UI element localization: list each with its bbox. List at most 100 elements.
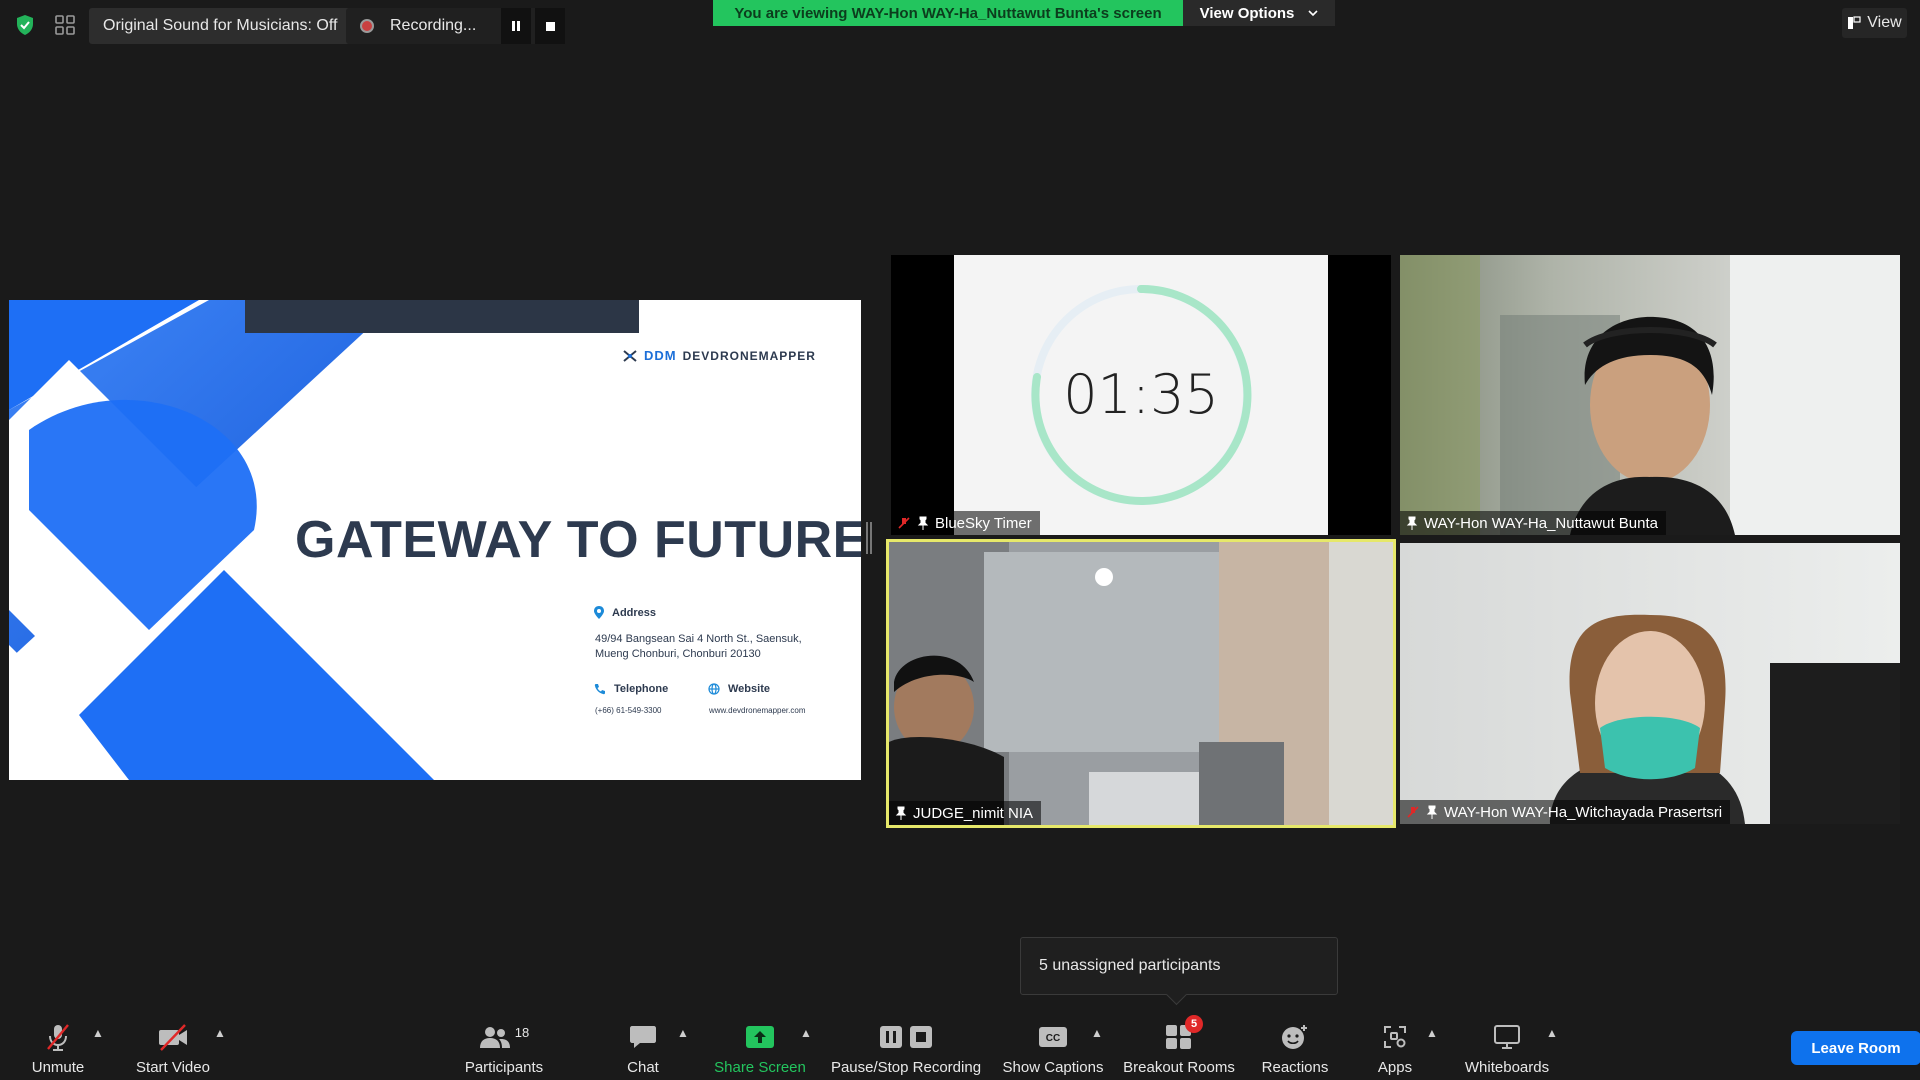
video-options-chevron-icon[interactable]: ▲ <box>214 1026 226 1040</box>
muted-mic-icon <box>1407 806 1419 818</box>
share-screen-icon <box>740 1021 780 1053</box>
reactions-smiley-icon <box>1275 1021 1315 1053</box>
video-tile-nuttawut[interactable]: WAY-Hon WAY-Ha_Nuttawut Bunta <box>1400 255 1900 535</box>
website-head-text: Website <box>728 683 770 695</box>
breakout-rooms-icon: 5 <box>1159 1015 1203 1053</box>
start-video-button[interactable]: Start Video <box>128 1014 218 1080</box>
viewing-screen-text: You are viewing WAY-Hon WAY-Ha_Nuttawut … <box>734 4 1162 22</box>
chevron-down-icon <box>1308 10 1318 17</box>
pin-icon <box>895 806 907 820</box>
telephone-value: (+66) 61-549-3300 <box>595 706 662 715</box>
unmute-label: Unmute <box>31 1059 85 1076</box>
timer-value: 01:35 <box>1063 363 1219 426</box>
stop-icon <box>545 21 555 31</box>
svg-text:CC: CC <box>1046 1033 1060 1044</box>
timer-tile: 01:35 <box>954 255 1328 535</box>
participant-video-nuttawut <box>1400 255 1900 535</box>
apps-options-chevron-icon[interactable]: ▲ <box>1426 1026 1438 1040</box>
stop-recording-button[interactable] <box>535 8 565 44</box>
participant-video-judge <box>889 542 1393 825</box>
participants-button[interactable]: 18 Participants <box>458 1014 550 1080</box>
breakout-badge: 5 <box>1185 1015 1203 1033</box>
chat-label: Chat <box>627 1059 659 1076</box>
grid-layout-icon[interactable] <box>54 14 76 36</box>
address-line1: 49/94 Bangsean Sai 4 North St., Saensuk, <box>595 633 802 645</box>
witchayada-name-tag: WAY-Hon WAY-Ha_Witchayada Prasertsri <box>1400 800 1731 824</box>
original-sound-toggle[interactable]: Original Sound for Musicians: Off <box>89 8 352 44</box>
breakout-rooms-label: Breakout Rooms <box>1123 1059 1235 1076</box>
pin-icon <box>917 516 929 530</box>
share-screen-label: Share Screen <box>714 1059 806 1076</box>
address-head-text: Address <box>612 606 657 619</box>
apps-label: Apps <box>1377 1059 1413 1076</box>
chat-bubble-icon <box>623 1021 663 1053</box>
share-options-chevron-icon[interactable]: ▲ <box>800 1026 812 1040</box>
witchayada-participant-name: WAY-Hon WAY-Ha_Witchayada Prasertsri <box>1444 803 1723 821</box>
nuttawut-name-tag: WAY-Hon WAY-Ha_Nuttawut Bunta <box>1400 511 1666 535</box>
show-captions-button[interactable]: CC Show Captions <box>1000 1014 1106 1080</box>
whiteboards-button[interactable]: Whiteboards <box>1462 1014 1552 1080</box>
breakout-tooltip-text: 5 unassigned participants <box>1039 957 1221 974</box>
reactions-label: Reactions <box>1261 1059 1329 1076</box>
location-pin-icon <box>594 606 604 619</box>
viewing-screen-banner: You are viewing WAY-Hon WAY-Ha_Nuttawut … <box>713 0 1183 26</box>
chat-button[interactable]: Chat <box>618 1014 668 1080</box>
recording-label: Recording... <box>390 17 477 34</box>
video-tile-witchayada[interactable]: WAY-Hon WAY-Ha_Witchayada Prasertsri <box>1400 543 1900 824</box>
pause-stop-recording-label: Pause/Stop Recording <box>830 1059 982 1076</box>
telephone-heading: Telephone <box>594 683 668 695</box>
reactions-button[interactable]: Reactions <box>1255 1014 1335 1080</box>
muted-mic-icon <box>898 517 910 529</box>
leave-room-button[interactable]: Leave Room <box>1791 1031 1920 1065</box>
recording-dot-icon <box>360 19 374 33</box>
start-video-label: Start Video <box>136 1059 210 1076</box>
security-shield-icon[interactable] <box>14 14 36 36</box>
audio-options-chevron-icon[interactable]: ▲ <box>92 1026 104 1040</box>
view-options-label: View Options <box>1199 4 1295 22</box>
chat-options-chevron-icon[interactable]: ▲ <box>677 1026 689 1040</box>
website-value: www.devdronemapper.com <box>709 706 806 715</box>
timer-participant-name: BlueSky Timer <box>935 514 1032 532</box>
apps-icon <box>1375 1021 1415 1053</box>
captions-options-chevron-icon[interactable]: ▲ <box>1091 1026 1103 1040</box>
logo-text: DEVDRONEMAPPER <box>682 348 816 363</box>
address-line2: Mueng Chonburi, Chonburi 20130 <box>595 648 761 660</box>
recording-status: Recording... <box>346 8 565 44</box>
whiteboards-label: Whiteboards <box>1464 1059 1550 1076</box>
participant-video-witchayada <box>1550 614 1900 824</box>
muted-mic-icon <box>38 1021 78 1053</box>
participants-count: 18 <box>514 1024 530 1040</box>
website-heading: Website <box>708 683 770 695</box>
telephone-head-text: Telephone <box>614 683 669 695</box>
logo-mark: DDM <box>644 348 677 363</box>
video-off-icon <box>153 1021 193 1053</box>
breakout-rooms-button[interactable]: 5 Breakout Rooms <box>1120 1014 1238 1080</box>
pause-recording-button[interactable] <box>501 8 531 44</box>
captions-cc-icon: CC <box>1033 1021 1073 1053</box>
shared-screen-slide: DDM DEVDRONEMAPPER GATEWAY TO FUTURE Add… <box>9 300 861 780</box>
unmute-button[interactable]: Unmute <box>18 1014 98 1080</box>
view-options-button[interactable]: View Options <box>1183 0 1335 26</box>
view-button[interactable]: View <box>1842 8 1907 38</box>
breakout-tooltip: 5 unassigned participants <box>1020 937 1338 995</box>
apps-button[interactable]: Apps <box>1374 1014 1416 1080</box>
judge-name-tag: JUDGE_nimit NIA <box>889 801 1042 825</box>
pause-stop-recording-button[interactable]: Pause/Stop Recording <box>830 1014 982 1080</box>
globe-icon <box>708 683 720 695</box>
whiteboards-options-chevron-icon[interactable]: ▲ <box>1546 1026 1558 1040</box>
leave-room-label: Leave Room <box>1811 1039 1901 1057</box>
participants-icon: 18 <box>474 1021 534 1053</box>
slide-logo: DDM DEVDRONEMAPPER <box>622 348 816 363</box>
share-screen-button[interactable]: Share Screen <box>712 1014 808 1080</box>
pause-icon <box>512 21 520 31</box>
address-heading: Address <box>594 606 656 619</box>
split-view-drag-handle[interactable] <box>866 522 872 554</box>
timer-name-tag: BlueSky Timer <box>891 511 1047 535</box>
show-captions-label: Show Captions <box>1002 1059 1104 1076</box>
video-tile-judge[interactable]: JUDGE_nimit NIA <box>886 539 1396 828</box>
view-layout-icon <box>1848 16 1861 29</box>
drone-logo-icon <box>623 349 637 362</box>
phone-icon <box>594 684 605 695</box>
whiteboard-icon <box>1487 1021 1527 1053</box>
original-sound-label: Original Sound for Musicians: Off <box>103 17 338 34</box>
